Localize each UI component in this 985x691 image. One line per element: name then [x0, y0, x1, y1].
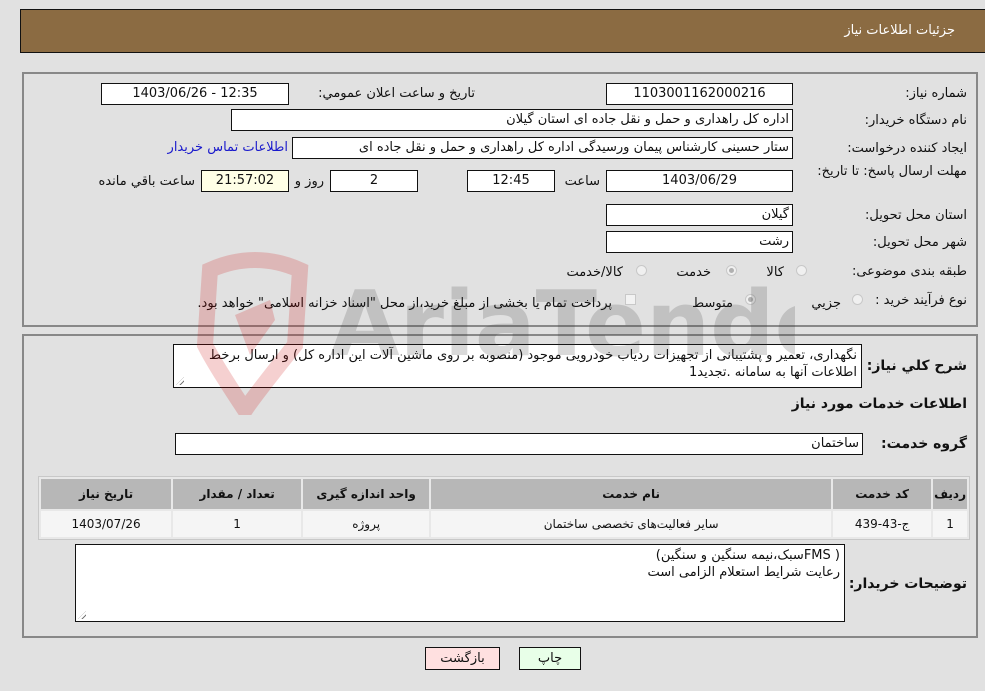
province-label: استان محل تحویل:	[865, 208, 967, 223]
table-row: 1 ج-43-439 سایر فعالیت‌های تخصصی ساختمان…	[41, 511, 967, 537]
service-group-label: گروه خدمت:	[881, 436, 967, 452]
buyer-org-label: نام دستگاه خریدار:	[864, 113, 967, 128]
page-header: جزئیات اطلاعات نیاز	[20, 9, 985, 53]
buyer-contact-link[interactable]: اطلاعات تماس خریدار	[168, 140, 288, 155]
announce-field: 1403/06/26 - 12:35	[101, 83, 289, 105]
cell-need-date: 1403/07/26	[41, 511, 172, 537]
services-table: ردیف کد خدمت نام خدمت واحد اندازه گیری ت…	[38, 476, 970, 540]
service-group-field: ساختمان	[175, 433, 863, 455]
col-header-unit: واحد اندازه گیری	[303, 479, 430, 509]
city-field: رشت	[606, 231, 793, 253]
announce-label: تاریخ و ساعت اعلان عمومي:	[318, 86, 475, 101]
col-header-quantity: تعداد / مقدار	[173, 479, 302, 509]
col-header-row-num: ردیف	[933, 479, 967, 509]
deadline-time-field: 12:45	[467, 170, 555, 192]
col-header-service-name: نام خدمت	[431, 479, 832, 509]
cell-service-name: سایر فعالیت‌های تخصصی ساختمان	[431, 511, 832, 537]
description-text: نگهداری، تعمیر و پشتیبانی از تجهیزات ردی…	[209, 348, 857, 380]
remaining-time-field: 21:57:02	[201, 170, 289, 192]
treasury-checkbox-label: پرداخت تمام یا بخشی از مبلغ خرید،از محل …	[197, 296, 612, 311]
process-option-minor: جزیي	[811, 296, 841, 311]
buyer-notes-textarea[interactable]: ( FMSسبک،نیمه سنگین و سنگین) رعایت شرایط…	[75, 544, 845, 622]
cell-quantity: 1	[173, 511, 302, 537]
table-header-row: ردیف کد خدمت نام خدمت واحد اندازه گیری ت…	[41, 479, 967, 509]
deadline-time-label: ساعت	[564, 174, 600, 189]
process-radio-medium[interactable]	[745, 294, 756, 305]
category-option-goods: کالا	[766, 265, 784, 280]
need-number-label: شماره نیاز:	[905, 86, 967, 101]
process-label: نوع فرآیند خرید :	[875, 293, 967, 308]
treasury-checkbox[interactable]	[625, 294, 636, 305]
col-header-service-code: کد خدمت	[833, 479, 932, 509]
cell-unit: پروژه	[303, 511, 430, 537]
category-radio-goods-service[interactable]	[636, 265, 647, 276]
category-radio-goods[interactable]	[796, 265, 807, 276]
resize-grip-icon[interactable]	[176, 377, 184, 385]
print-button[interactable]: چاپ	[519, 647, 581, 670]
description-label: شرح کلي نیاز:	[866, 358, 967, 374]
page-title: جزئیات اطلاعات نیاز	[844, 23, 955, 38]
creator-field: ستار حسینی کارشناس پیمان ورسیدگی اداره ک…	[292, 137, 793, 159]
col-header-need-date: تاریخ نیاز	[41, 479, 172, 509]
deadline-label: مهلت ارسال پاسخ: تا تاریخ:	[817, 164, 967, 179]
need-number-field: 1103001162000216	[606, 83, 793, 105]
cell-service-code: ج-43-439	[833, 511, 932, 537]
process-radio-minor[interactable]	[852, 294, 863, 305]
resize-grip-icon[interactable]	[78, 611, 86, 619]
days-remaining-field: 2	[330, 170, 418, 192]
buyer-notes-line2: رعایت شرایط استعلام الزامی است	[647, 565, 840, 580]
category-radio-service[interactable]	[726, 265, 737, 276]
services-section-title: اطلاعات خدمات مورد نیاز	[791, 396, 967, 412]
back-button[interactable]: بازگشت	[425, 647, 500, 670]
cell-row-num: 1	[933, 511, 967, 537]
buyer-org-field: اداره کل راهداری و حمل و نقل جاده ای است…	[231, 109, 793, 131]
process-option-medium: متوسط	[692, 296, 733, 311]
description-textarea[interactable]: نگهداری، تعمیر و پشتیبانی از تجهیزات ردی…	[173, 344, 862, 388]
creator-label: ایجاد کننده درخواست:	[847, 141, 967, 156]
deadline-date-field: 1403/06/29	[606, 170, 793, 192]
province-field: گیلان	[606, 204, 793, 226]
buyer-notes-line1: ( FMSسبک،نیمه سنگین و سنگین)	[655, 548, 840, 563]
remaining-time-label: ساعت باقي مانده	[98, 174, 195, 189]
category-label: طبقه بندی موضوعی:	[851, 264, 967, 279]
city-label: شهر محل تحویل:	[872, 235, 967, 250]
days-label: روز و	[294, 174, 324, 189]
category-option-service: خدمت	[676, 265, 711, 280]
category-option-goods-service: کالا/خدمت	[566, 265, 623, 280]
buyer-notes-label: توضیحات خریدار:	[848, 576, 967, 592]
